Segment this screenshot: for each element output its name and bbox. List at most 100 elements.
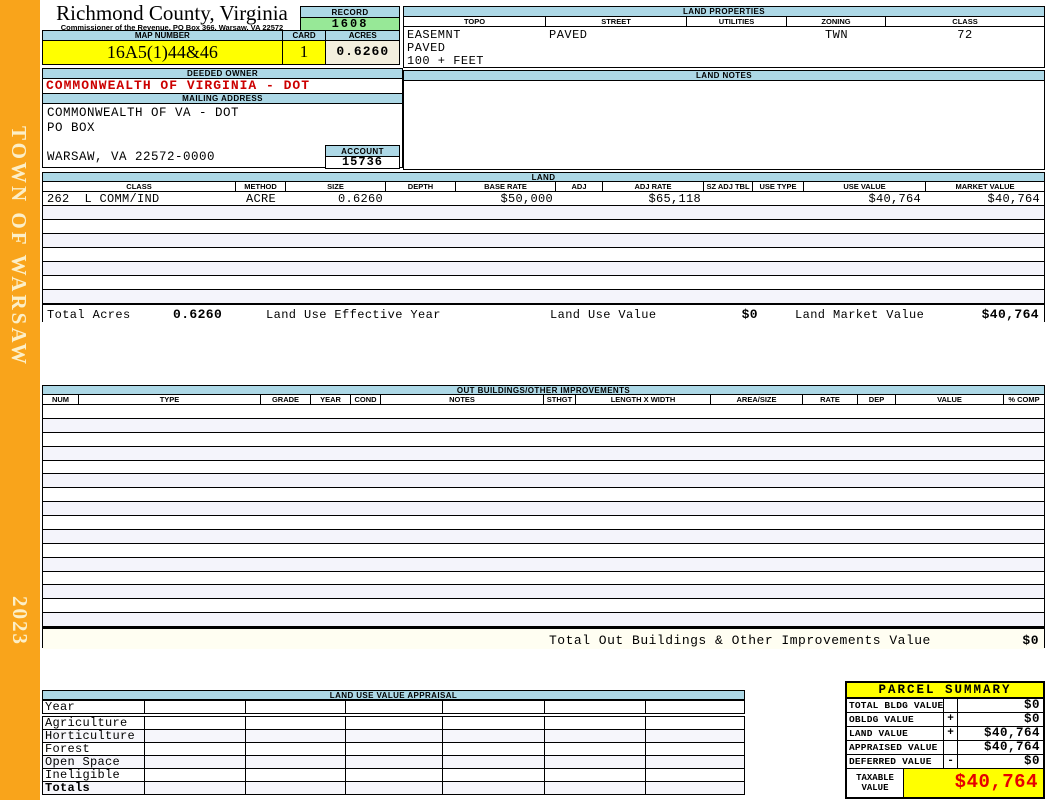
column-header: RATE xyxy=(803,395,858,404)
land-notes-box: LAND NOTES xyxy=(403,70,1045,170)
column-header: USE VALUE xyxy=(804,182,926,191)
appraisal-cell xyxy=(646,756,744,768)
appraisal-cell xyxy=(545,782,647,794)
land-totals-row: Total Acres 0.6260 Land Use Effective Ye… xyxy=(43,304,1044,323)
appraisal-cell xyxy=(145,769,247,781)
appraisal-cell xyxy=(145,756,247,768)
land-notes-title: LAND NOTES xyxy=(404,71,1044,81)
county-title: Richmond County, Virginia xyxy=(56,1,288,25)
appraisal-row-label: Agriculture xyxy=(43,717,145,729)
appraisal-cell xyxy=(545,717,647,729)
appraisal-cell xyxy=(346,743,443,755)
appraisal-cell xyxy=(443,782,545,794)
appraisal-cell xyxy=(346,769,443,781)
empty-row xyxy=(43,220,1044,234)
column-header: AREA/SIZE xyxy=(711,395,803,404)
zoning-value: TWN xyxy=(824,28,849,42)
column-header: STHGT xyxy=(544,395,576,404)
appraisal-cell xyxy=(545,701,647,713)
appraisal-cell xyxy=(346,701,443,713)
land-market-value-total: $40,764 xyxy=(981,307,1039,322)
land-class-cell: 262 L COMM/IND xyxy=(47,192,160,206)
parcel-summary-rows: TOTAL BLDG VALUE $0 OBLDG VALUE + $0 LAN… xyxy=(845,699,1045,799)
tax-year-vertical-label: 2023 xyxy=(8,596,32,646)
map-card-acres-values: 16A5(1)44&46 1 0.6260 xyxy=(43,41,400,64)
appraisal-cell xyxy=(246,743,347,755)
map-card-acres-headers: MAP NUMBER CARD ACRES xyxy=(43,31,400,41)
appraisal-row: Year xyxy=(42,700,745,714)
appraisal-row: Open Space xyxy=(42,755,745,769)
land-column-headers: CLASS METHOD SIZE DEPTH BASE RATE ADJ ADJ RATE… xyxy=(43,182,1044,192)
summary-value: $0 xyxy=(1023,698,1040,712)
land-title: LAND xyxy=(43,173,1044,182)
appraisal-cell xyxy=(346,717,443,729)
land-adj-rate-cell: $65,118 xyxy=(648,192,701,206)
topo-value-1: EASEMNT xyxy=(407,28,461,42)
appraisal-row: Agriculture xyxy=(42,716,745,730)
land-use-effective-year-label: Land Use Effective Year xyxy=(266,308,441,322)
summary-label: LAND VALUE xyxy=(847,727,944,740)
address-line-3: WARSAW, VA 22572-0000 xyxy=(47,150,216,164)
column-header: % COMP xyxy=(1008,395,1040,404)
summary-value: $40,764 xyxy=(983,726,1040,740)
appraisal-cell xyxy=(545,756,647,768)
land-properties-body: EASEMNT PAVED 100 + FEET PAVED TWN 72 xyxy=(404,27,1044,68)
appraisal-cell xyxy=(246,701,347,713)
summary-row-land: LAND VALUE + $40,764 xyxy=(847,727,1043,741)
empty-row xyxy=(43,276,1044,290)
card-value: 1 xyxy=(282,41,327,64)
land-use-appraisal-title: LAND USE VALUE APPRAISAL xyxy=(42,690,745,700)
land-base-rate-cell: $50,000 xyxy=(500,192,553,206)
appraisal-cell xyxy=(646,769,744,781)
land-market-value-label: Land Market Value xyxy=(795,308,925,322)
card-label: CARD xyxy=(282,31,327,40)
land-data-row: 262 L COMM/IND ACRE 0.6260 $50,000 $65,1… xyxy=(43,192,1044,206)
topo-value-3: 100 + FEET xyxy=(407,54,485,68)
taxable-value-row: TAXABLE VALUE $40,764 xyxy=(847,769,1043,797)
column-header: LENGTH X WIDTH xyxy=(576,395,711,404)
property-record-card: TOWN OF WARSAW 2023 Richmond County, Vir… xyxy=(0,0,1050,800)
empty-row xyxy=(43,557,1044,572)
summary-operator xyxy=(944,699,958,712)
appraisal-cell xyxy=(443,701,545,713)
land-properties-table: LAND PROPERTIES TOPO STREET UTILITIES ZONIN… xyxy=(403,6,1045,68)
appraisal-row: Horticulture xyxy=(42,729,745,743)
summary-label: DEFERRED VALUE xyxy=(847,755,944,768)
empty-row xyxy=(43,516,1044,530)
empty-row xyxy=(43,585,1044,600)
total-acres-value: 0.6260 xyxy=(173,307,223,322)
column-header: VALUE xyxy=(896,395,1004,404)
taxable-value-amount: $40,764 xyxy=(904,769,1043,797)
appraisal-cell xyxy=(545,743,647,755)
appraisal-cell xyxy=(246,782,347,794)
summary-row-appraised: APPRAISED VALUE $40,764 xyxy=(847,741,1043,755)
empty-row xyxy=(43,613,1044,627)
empty-row xyxy=(43,290,1044,304)
column-header: COND xyxy=(351,395,381,404)
appraisal-row: Totals xyxy=(42,781,745,795)
land-size-cell: 0.6260 xyxy=(337,192,383,206)
mailing-address-label: MAILING ADDRESS xyxy=(43,94,402,104)
empty-row xyxy=(43,248,1044,262)
column-header: USE TYPE xyxy=(753,182,804,191)
appraisal-cell xyxy=(545,730,647,742)
parcel-summary: PARCEL SUMMARY TOTAL BLDG VALUE $0 OBLDG… xyxy=(845,681,1045,799)
appraisal-cell xyxy=(646,730,744,742)
column-header: SIZE xyxy=(286,182,386,191)
land-use-value-total: $0 xyxy=(741,307,758,322)
appraisal-cell xyxy=(346,782,443,794)
land-method-cell: ACRE xyxy=(245,192,276,206)
empty-row xyxy=(43,488,1044,503)
column-header: DEP xyxy=(858,395,896,404)
column-header: ADJ RATE xyxy=(603,182,704,191)
column-header: TYPE xyxy=(79,395,261,404)
empty-row xyxy=(43,599,1044,614)
appraisal-row: Ineligible xyxy=(42,768,745,782)
appraisal-cell xyxy=(443,717,545,729)
out-buildings-empty-rows xyxy=(43,405,1044,627)
out-buildings-total-row: Total Out Buildings & Other Improvements… xyxy=(43,627,1044,649)
appraisal-cell xyxy=(646,743,744,755)
column-header: CLASS xyxy=(952,17,978,26)
empty-row xyxy=(43,543,1044,558)
out-buildings-table: OUT BUILDINGS/OTHER IMPROVEMENTS NUM TYPE… xyxy=(42,385,1045,649)
